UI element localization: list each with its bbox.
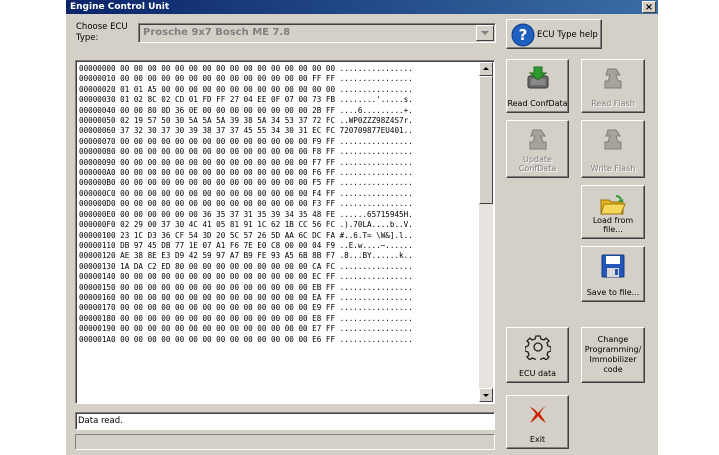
vertical-scrollbar[interactable] [479, 62, 493, 402]
load-from-file-label: Load from file... [592, 216, 634, 234]
exit-button[interactable]: Exit [506, 395, 569, 449]
red-x-icon [529, 406, 546, 423]
status-field: Data read. [75, 412, 495, 430]
hex-line: 00000190 00 00 00 00 00 00 00 00 00 00 0… [79, 324, 413, 334]
hex-line: 00000130 1A DA C2 ED 80 00 00 00 00 00 0… [79, 261, 413, 271]
scroll-down-icon[interactable] [479, 388, 493, 402]
ecu-data-label: ECU data [518, 369, 557, 378]
scroll-up-icon[interactable] [479, 62, 493, 76]
progress-bar [75, 434, 495, 450]
write-flash-button[interactable]: Write Flash [581, 120, 645, 178]
read-confdata-button[interactable]: Read ConfData [506, 59, 569, 113]
load-from-file-button[interactable]: Load from file... [581, 185, 645, 239]
hex-line: 00000150 00 00 00 00 00 00 00 00 00 00 0… [79, 282, 413, 292]
hex-line: 00000110 DB 97 45 DB 77 1E 07 A1 F6 7E E… [79, 240, 413, 250]
chip-icon [604, 68, 622, 89]
save-to-file-label: Save to file... [586, 288, 640, 297]
hex-line: 00000070 00 00 00 00 00 00 00 00 00 00 0… [79, 136, 413, 146]
chip-icon [604, 129, 622, 150]
save-to-file-button[interactable]: Save to file... [581, 246, 645, 302]
close-button[interactable]: × [642, 1, 656, 13]
write-flash-label: Write Flash [590, 164, 636, 173]
folder-open-icon [600, 195, 626, 215]
read-flash-label: Read Flash [591, 99, 635, 108]
window-titlebar: Engine Control Unit × [66, 0, 658, 14]
change-programming-button[interactable]: Change Programming/ Immobilizer code [581, 327, 645, 383]
hex-line: 00000140 00 00 00 00 00 00 00 00 00 00 0… [79, 272, 413, 282]
hex-line: 00000050 02 19 57 50 30 5A 5A 5A 39 38 5… [79, 116, 413, 126]
exit-label: Exit [529, 435, 546, 444]
ecu-type-help-label: ECU Type help [537, 30, 598, 40]
hex-line: 00000170 00 00 00 00 00 00 00 00 00 00 0… [79, 303, 413, 313]
hex-line: 000000F0 02 29 00 37 30 4C 41 05 81 91 1… [79, 220, 413, 230]
floppy-disk-icon [601, 254, 625, 278]
hex-line: 00000060 37 32 30 37 30 39 38 37 37 45 5… [79, 126, 413, 136]
hex-line: 00000040 00 00 80 0D 36 0E 00 00 00 00 0… [79, 105, 413, 115]
hex-line: 00000010 00 00 00 00 00 00 00 00 00 00 0… [79, 74, 413, 84]
hex-line: 000000C0 00 00 00 00 00 00 00 00 00 00 0… [79, 188, 413, 198]
ecu-type-help-button[interactable]: ? ECU Type help [506, 19, 602, 49]
scroll-thumb[interactable] [479, 76, 493, 204]
hex-line: 00000100 23 1C D3 36 CF 54 3D 20 5C 57 2… [79, 230, 413, 240]
hex-line: 00000090 00 00 00 00 00 00 00 00 00 00 0… [79, 157, 413, 167]
hex-dump-view[interactable]: 00000000 00 00 00 00 00 00 00 00 00 00 0… [75, 60, 495, 404]
read-confdata-label: Read ConfData [507, 99, 568, 108]
read-flash-button[interactable]: Read Flash [581, 59, 645, 113]
ecu-type-select[interactable]: Prosche 9x7 Bosch ME 7.8 [138, 23, 496, 43]
hex-line: 00000080 00 00 00 00 00 00 00 00 00 00 0… [79, 147, 413, 157]
hex-line: 00000120 AE 38 8E E3 D9 42 59 97 A7 B9 F… [79, 251, 413, 261]
hex-line: 000000A0 00 00 00 00 00 00 00 00 00 00 0… [79, 168, 413, 178]
hex-line: 00000160 00 00 00 00 00 00 00 00 00 00 0… [79, 292, 413, 302]
hex-line: 000000D0 00 00 00 00 00 00 00 00 00 00 0… [79, 199, 413, 209]
hex-line: 00000000 00 00 00 00 00 00 00 00 00 00 0… [79, 64, 413, 73]
ecu-type-value: Prosche 9x7 Bosch ME 7.8 [143, 27, 291, 38]
window-title: Engine Control Unit [70, 2, 170, 12]
hex-line: 00000020 01 01 A5 00 00 00 00 00 00 00 0… [79, 84, 413, 94]
dropdown-arrow-icon[interactable] [476, 25, 494, 41]
gear-icon [524, 335, 551, 360]
chip-icon [529, 129, 546, 150]
ecu-type-label: Choose ECU Type: [76, 22, 128, 43]
svg-text:?: ? [519, 26, 528, 44]
hex-line: 000000B0 00 00 00 00 00 00 00 00 00 00 0… [79, 178, 413, 188]
hex-dump-lines: 00000000 00 00 00 00 00 00 00 00 00 00 0… [79, 64, 413, 345]
hex-line: 000000E0 00 00 00 00 00 00 36 35 37 31 3… [79, 209, 413, 219]
update-confdata-button[interactable]: Update ConfData [506, 120, 569, 178]
hex-line: 00000180 00 00 00 00 00 00 00 00 00 00 0… [79, 313, 413, 323]
change-programming-label: Change Programming/ Immobilizer code [584, 335, 642, 374]
ecu-data-button[interactable]: ECU data [506, 327, 569, 383]
hex-line: 000001A0 00 00 00 00 00 00 00 00 00 00 0… [79, 334, 413, 344]
update-confdata-label: Update ConfData [518, 155, 557, 173]
hex-line: 00000030 01 02 8C 02 CD 01 FD FF 27 04 E… [79, 95, 413, 105]
question-icon: ? [511, 23, 535, 47]
chip-download-icon [527, 66, 548, 89]
main-window: Choose ECU Type: Prosche 9x7 Bosch ME 7.… [66, 14, 658, 455]
